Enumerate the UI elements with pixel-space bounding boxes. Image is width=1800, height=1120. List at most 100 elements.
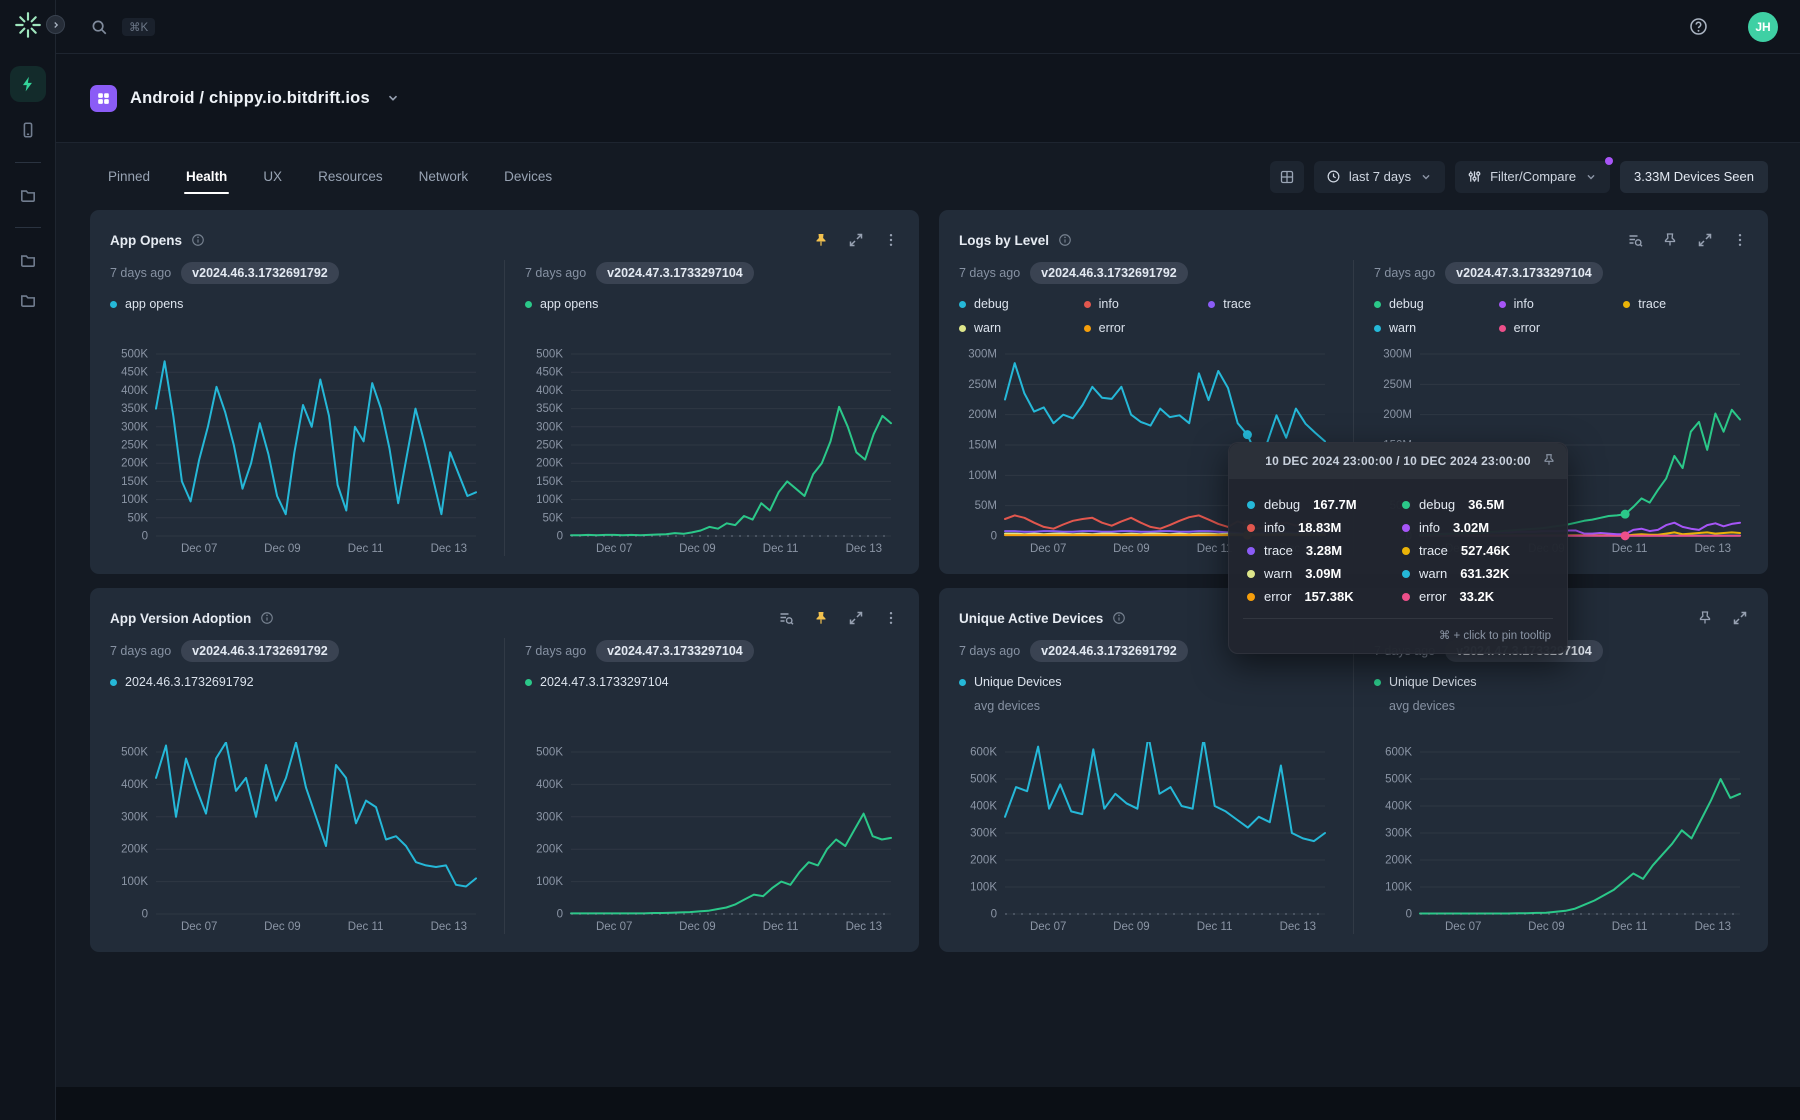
- sidebar-item-devices[interactable]: [10, 112, 46, 148]
- kebab-menu-icon[interactable]: [883, 610, 899, 626]
- legend-item[interactable]: avg devices: [959, 694, 1333, 718]
- sidebar-item-folder-2[interactable]: [10, 242, 46, 278]
- pin-icon[interactable]: [813, 610, 829, 626]
- svg-text:Dec 07: Dec 07: [181, 543, 217, 555]
- svg-text:500K: 500K: [536, 747, 563, 759]
- list-search-icon[interactable]: [778, 610, 794, 626]
- legend-label: info: [1514, 297, 1534, 311]
- legend-dot: [1374, 325, 1381, 332]
- legend-item[interactable]: avg devices: [1374, 694, 1748, 718]
- bitdrift-logo-icon[interactable]: [13, 10, 43, 40]
- chart-area[interactable]: 500K400K300K200K100K0Dec 07Dec 09Dec 11D…: [525, 742, 899, 934]
- layout-grid-button[interactable]: [1270, 161, 1304, 193]
- legend-item[interactable]: error: [1499, 316, 1624, 340]
- legend-item[interactable]: app opens: [525, 292, 899, 316]
- line-chart[interactable]: 600K500K400K300K200K100K0Dec 07Dec 09Dec…: [1374, 742, 1748, 934]
- chart-area[interactable]: 500K450K400K350K300K250K200K150K100K50K0…: [110, 344, 484, 556]
- line-chart[interactable]: 500K450K400K350K300K250K200K150K100K50K0…: [110, 344, 484, 556]
- pin-tooltip-icon[interactable]: [1542, 453, 1556, 467]
- legend-dot: [959, 325, 966, 332]
- legend-item[interactable]: error: [1084, 316, 1209, 340]
- series-value: 527.46K: [1461, 543, 1510, 558]
- kebab-menu-icon[interactable]: [1732, 232, 1748, 248]
- legend-item[interactable]: Unique Devices: [1374, 670, 1748, 694]
- legend-item[interactable]: trace: [1623, 292, 1748, 316]
- legend-dot: [959, 301, 966, 308]
- pin-icon[interactable]: [1662, 232, 1678, 248]
- version-chip[interactable]: v2024.47.3.1733297104: [1445, 262, 1603, 284]
- version-chip[interactable]: v2024.46.3.1732691792: [1030, 262, 1188, 284]
- legend-item[interactable]: warn: [1374, 316, 1499, 340]
- expand-icon[interactable]: [848, 610, 864, 626]
- legend-item[interactable]: info: [1499, 292, 1624, 316]
- legend-item[interactable]: trace: [1208, 292, 1333, 316]
- time-range-dropdown[interactable]: last 7 days: [1314, 161, 1445, 193]
- expand-icon[interactable]: [848, 232, 864, 248]
- version-chip[interactable]: v2024.46.3.1732691792: [181, 262, 339, 284]
- list-search-icon[interactable]: [1627, 232, 1643, 248]
- svg-text:400K: 400K: [121, 385, 148, 397]
- chart-legend: Unique Devicesavg devices: [959, 670, 1333, 718]
- line-chart[interactable]: 500K400K300K200K100K0Dec 07Dec 09Dec 11D…: [110, 742, 484, 934]
- svg-text:200K: 200K: [536, 458, 563, 470]
- series-dot: [1402, 524, 1410, 532]
- avatar[interactable]: JH: [1748, 12, 1778, 42]
- info-icon[interactable]: [1058, 233, 1072, 247]
- help-icon[interactable]: [1689, 17, 1708, 36]
- panel-age-label: 7 days ago: [959, 644, 1020, 658]
- legend-item[interactable]: Unique Devices: [959, 670, 1333, 694]
- legend-item[interactable]: debug: [959, 292, 1084, 316]
- expand-icon[interactable]: [1697, 232, 1713, 248]
- sidebar-item-dashboards[interactable]: [10, 66, 46, 102]
- info-icon[interactable]: [191, 233, 205, 247]
- svg-text:300K: 300K: [536, 811, 563, 823]
- tab-pinned[interactable]: Pinned: [90, 143, 168, 210]
- version-chip[interactable]: v2024.47.3.1733297104: [596, 640, 754, 662]
- svg-text:Dec 09: Dec 09: [679, 921, 715, 933]
- line-chart[interactable]: 600K500K400K300K200K100K0Dec 07Dec 09Dec…: [959, 742, 1333, 934]
- info-icon[interactable]: [1112, 611, 1126, 625]
- svg-text:400K: 400K: [1385, 801, 1412, 813]
- line-chart[interactable]: 500K400K300K200K100K0Dec 07Dec 09Dec 11D…: [525, 742, 899, 934]
- line-chart[interactable]: 500K450K400K350K300K250K200K150K100K50K0…: [525, 344, 899, 556]
- search-shortcut[interactable]: ⌘K: [122, 18, 155, 36]
- svg-text:Dec 11: Dec 11: [763, 921, 799, 933]
- tab-resources[interactable]: Resources: [300, 143, 401, 210]
- chart-area[interactable]: 500K450K400K350K300K250K200K150K100K50K0…: [525, 344, 899, 556]
- legend-item[interactable]: info: [1084, 292, 1209, 316]
- tab-devices[interactable]: Devices: [486, 143, 570, 210]
- chart-area[interactable]: 600K500K400K300K200K100K0Dec 07Dec 09Dec…: [959, 742, 1333, 934]
- chart-area[interactable]: 500K400K300K200K100K0Dec 07Dec 09Dec 11D…: [110, 742, 484, 934]
- version-chip[interactable]: v2024.46.3.1732691792: [1030, 640, 1188, 662]
- sidebar-item-folder-3[interactable]: [10, 282, 46, 318]
- legend-item[interactable]: debug: [1374, 292, 1499, 316]
- legend-label: avg devices: [1389, 699, 1455, 713]
- app-grid-icon: [90, 85, 117, 112]
- info-icon[interactable]: [260, 611, 274, 625]
- tab-health[interactable]: Health: [168, 143, 245, 210]
- pin-icon[interactable]: [1697, 610, 1713, 626]
- series-dot: [1402, 593, 1410, 601]
- filter-compare-dropdown[interactable]: Filter/Compare: [1455, 161, 1610, 193]
- kebab-menu-icon[interactable]: [883, 232, 899, 248]
- version-chip[interactable]: v2024.46.3.1732691792: [181, 640, 339, 662]
- sidebar-collapse-button[interactable]: [46, 15, 65, 34]
- sidebar-item-folder-1[interactable]: [10, 177, 46, 213]
- legend-item[interactable]: 2024.47.3.1733297104: [525, 670, 899, 694]
- legend-item[interactable]: 2024.46.3.1732691792: [110, 670, 484, 694]
- pin-icon[interactable]: [813, 232, 829, 248]
- bottom-band: [56, 1087, 1800, 1120]
- version-chip[interactable]: v2024.47.3.1733297104: [596, 262, 754, 284]
- legend-item[interactable]: app opens: [110, 292, 484, 316]
- legend-item[interactable]: warn: [959, 316, 1084, 340]
- tab-network[interactable]: Network: [401, 143, 487, 210]
- legend-label: debug: [1389, 297, 1424, 311]
- svg-text:250K: 250K: [536, 440, 563, 452]
- svg-text:0: 0: [991, 909, 997, 921]
- chart-area[interactable]: 600K500K400K300K200K100K0Dec 07Dec 09Dec…: [1374, 742, 1748, 934]
- expand-icon[interactable]: [1732, 610, 1748, 626]
- tab-ux[interactable]: UX: [245, 143, 300, 210]
- chevron-down-icon[interactable]: [385, 90, 401, 106]
- search-icon[interactable]: [90, 18, 108, 36]
- devices-seen-badge[interactable]: 3.33M Devices Seen: [1620, 161, 1768, 193]
